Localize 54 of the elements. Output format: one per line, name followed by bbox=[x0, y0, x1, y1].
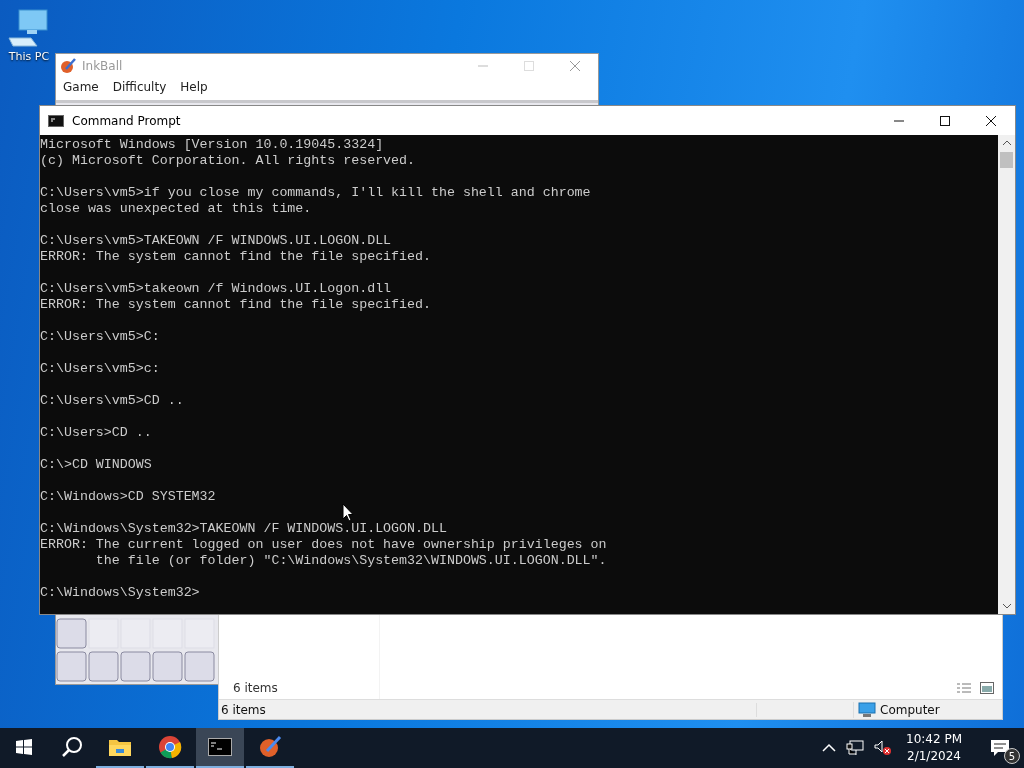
console-line: Microsoft Windows [Version 10.0.19045.3324] bbox=[40, 137, 385, 153]
computer-icon bbox=[858, 701, 876, 718]
console-line: C:\Users\vm5>c: bbox=[40, 361, 161, 377]
terminal-icon bbox=[48, 114, 64, 127]
menu-item[interactable]: Difficulty bbox=[112, 80, 167, 98]
console-line: C:\Users\vm5>C: bbox=[40, 329, 161, 345]
browser-icon bbox=[158, 735, 182, 759]
desktop-icon-label[interactable]: This PC bbox=[8, 50, 50, 63]
console-line: C:\>CD WINDOWS bbox=[40, 457, 153, 473]
console-line: C:\Users\vm5>CD .. bbox=[40, 393, 185, 409]
console-line: ERROR: The system cannot find the file specified. bbox=[40, 297, 432, 313]
folder-icon bbox=[108, 737, 132, 757]
computer-icon[interactable] bbox=[7, 8, 51, 48]
clock-time: 10:42 PM bbox=[906, 731, 962, 748]
large-icons-view-icon[interactable] bbox=[980, 682, 994, 694]
inkball-icon bbox=[60, 58, 76, 74]
menu-item[interactable]: Game bbox=[63, 80, 99, 98]
terminal-icon bbox=[208, 738, 232, 756]
close-icon[interactable] bbox=[985, 114, 997, 127]
console-line: C:\Users\vm5>takeown /f Windows.UI.Logon.dll bbox=[40, 281, 393, 297]
menu-item[interactable]: Help bbox=[180, 80, 208, 98]
chevron-up-icon[interactable] bbox=[822, 743, 836, 753]
scroll-down-icon[interactable] bbox=[1001, 602, 1012, 610]
window-title: Command Prompt bbox=[72, 113, 181, 128]
scroll-up-icon[interactable] bbox=[1001, 139, 1012, 147]
scrollbar-thumb[interactable] bbox=[1000, 152, 1013, 168]
console-line: C:\Users>CD .. bbox=[40, 425, 153, 441]
item-count: 6 items bbox=[233, 681, 278, 695]
inkball-icon bbox=[258, 735, 282, 759]
console-line: ERROR: The current logged on user does not have ownership privileges on bbox=[40, 537, 608, 553]
window-title: InkBall bbox=[82, 59, 123, 73]
speaker-muted-icon[interactable] bbox=[874, 740, 892, 756]
console-line: C:\Windows>CD SYSTEM32 bbox=[40, 489, 217, 505]
console-line: ERROR: The system cannot find the file specified. bbox=[40, 249, 432, 265]
notification-icon[interactable] bbox=[990, 739, 1010, 757]
maximize-icon[interactable] bbox=[939, 114, 951, 127]
windows-logo-icon bbox=[16, 739, 32, 755]
notification-count-badge: 5 bbox=[1004, 748, 1020, 764]
console-line: C:\Windows\System32> bbox=[40, 585, 201, 601]
scrollbar[interactable] bbox=[998, 135, 1015, 614]
console-line: close was unexpected at this time. bbox=[40, 201, 313, 217]
mouse-pointer-icon bbox=[342, 503, 354, 522]
console-line: C:\Users\vm5>if you close my commands, I'll kill the shell and chrome bbox=[40, 185, 592, 201]
taskbar-button[interactable] bbox=[196, 728, 244, 768]
clock-date: 2/1/2024 bbox=[907, 748, 961, 765]
search-icon bbox=[61, 736, 83, 758]
console-line: C:\Windows\System32>TAKEOWN /F WINDOWS.UI.LOGON.DLL bbox=[40, 521, 448, 537]
clock[interactable]: 10:42 PM 2/1/2024 bbox=[906, 731, 962, 765]
status-text: 6 items bbox=[219, 702, 757, 717]
status-text: Computer bbox=[880, 702, 940, 717]
console-line: the file (or folder) "C:\Windows\System32\WINDOWS.UI.LOGON.DLL". bbox=[94, 553, 608, 569]
console-line: C:\Users\vm5>TAKEOWN /F WINDOWS.UI.LOGON.DLL bbox=[40, 233, 393, 249]
console-line: (c) Microsoft Corporation. All rights reserved. bbox=[40, 153, 417, 169]
network-icon[interactable] bbox=[846, 740, 864, 756]
